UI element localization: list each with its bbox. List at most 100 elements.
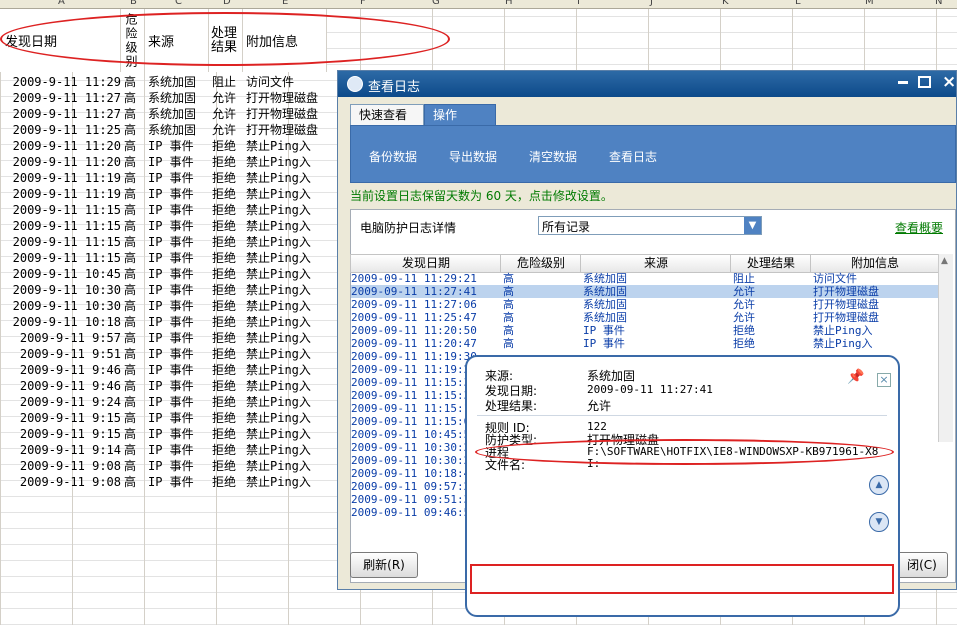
log-row[interactable]: 2009-09-11 11:27:41 高 系统加固 允许 打开物理磁盘: [351, 285, 938, 298]
sheet-row[interactable]: 2009-9-11 10:30 高 IP 事件 拒绝 禁止Ping入: [0, 282, 330, 298]
sheet-row[interactable]: 2009-9-11 10:30 高 IP 事件 拒绝 禁止Ping入: [0, 298, 330, 314]
sheet-cell-danger[interactable]: 高: [124, 282, 144, 298]
sheet-cell-source[interactable]: 系统加固: [148, 90, 208, 106]
sheet-cell-info[interactable]: 禁止Ping入: [246, 410, 328, 426]
summary-link[interactable]: 查看概要: [895, 219, 943, 236]
sheet-cell-date[interactable]: 2009-9-11 10:30: [4, 298, 121, 314]
sheet-cell-danger[interactable]: 高: [124, 186, 144, 202]
sheet-cell-result[interactable]: 拒绝: [212, 330, 242, 346]
sheet-cell-source[interactable]: IP 事件: [148, 266, 208, 282]
col-letter[interactable]: L: [795, 0, 801, 7]
sheet-cell-danger[interactable]: 高: [124, 346, 144, 362]
sheet-cell-source[interactable]: IP 事件: [148, 346, 208, 362]
sheet-cell-date[interactable]: 2009-9-11 11:20: [4, 154, 121, 170]
sheet-cell-result[interactable]: 拒绝: [212, 362, 242, 378]
sheet-cell-danger[interactable]: 高: [124, 122, 144, 138]
column-source[interactable]: 来源: [580, 254, 732, 273]
sheet-row[interactable]: 2009-9-11 11:19 高 IP 事件 拒绝 禁止Ping入: [0, 170, 330, 186]
sheet-cell-source[interactable]: 系统加固: [148, 122, 208, 138]
sheet-cell-danger[interactable]: 高: [124, 314, 144, 330]
col-letter[interactable]: M: [865, 0, 874, 7]
sheet-cell-source[interactable]: IP 事件: [148, 234, 208, 250]
chevron-down-icon[interactable]: ▼: [744, 217, 761, 234]
col-letter[interactable]: D: [223, 0, 231, 7]
view-log-button[interactable]: 查看日志: [609, 148, 657, 165]
sheet-cell-source[interactable]: IP 事件: [148, 314, 208, 330]
col-letter[interactable]: E: [282, 0, 288, 7]
sheet-cell-info[interactable]: 禁止Ping入: [246, 250, 328, 266]
sheet-cell-source[interactable]: IP 事件: [148, 298, 208, 314]
sheet-cell-info[interactable]: 禁止Ping入: [246, 378, 328, 394]
sheet-cell-result[interactable]: 拒绝: [212, 250, 242, 266]
sheet-cell-info[interactable]: 禁止Ping入: [246, 362, 328, 378]
sheet-cell-danger[interactable]: 高: [124, 410, 144, 426]
log-row[interactable]: 2009-09-11 11:25:47 高 系统加固 允许 打开物理磁盘: [351, 311, 938, 324]
log-row-partial[interactable]: 2009-09-11 10:18:48: [351, 467, 477, 480]
sheet-cell-danger[interactable]: 高: [124, 442, 144, 458]
log-row-partial[interactable]: 2009-09-11 10:30:24: [351, 454, 477, 467]
sheet-cell-danger[interactable]: 高: [124, 106, 144, 122]
sheet-cell-info[interactable]: 禁止Ping入: [246, 458, 328, 474]
log-row-partial[interactable]: 2009-09-11 11:15:08: [351, 415, 477, 428]
sheet-row[interactable]: 2009-9-11 10:18 高 IP 事件 拒绝 禁止Ping入: [0, 314, 330, 330]
column-info[interactable]: 附加信息: [810, 254, 940, 273]
sheet-row[interactable]: 2009-9-11 9:51 高 IP 事件 拒绝 禁止Ping入: [0, 346, 330, 362]
sheet-cell-info[interactable]: 禁止Ping入: [246, 442, 328, 458]
col-letter[interactable]: B: [130, 0, 137, 7]
sheet-row[interactable]: 2009-9-11 9:24 高 IP 事件 拒绝 禁止Ping入: [0, 394, 330, 410]
sheet-cell-source[interactable]: IP 事件: [148, 378, 208, 394]
col-letter[interactable]: A: [58, 0, 65, 7]
sheet-cell-source[interactable]: IP 事件: [148, 410, 208, 426]
close-popup-icon[interactable]: ×: [877, 373, 891, 387]
sheet-cell-date[interactable]: 2009-9-11 9:14: [4, 442, 121, 458]
sheet-row[interactable]: 2009-9-11 9:14 高 IP 事件 拒绝 禁止Ping入: [0, 442, 330, 458]
sheet-cell-danger[interactable]: 高: [124, 154, 144, 170]
sheet-cell-result[interactable]: 允许: [212, 122, 242, 138]
sheet-cell-info[interactable]: 禁止Ping入: [246, 282, 328, 298]
col-letter[interactable]: C: [175, 0, 182, 7]
sheet-cell-danger[interactable]: 高: [124, 458, 144, 474]
sheet-row[interactable]: 2009-9-11 10:45 高 IP 事件 拒绝 禁止Ping入: [0, 266, 330, 282]
col-letter[interactable]: J: [650, 0, 653, 7]
sheet-cell-date[interactable]: 2009-9-11 9:57: [4, 330, 121, 346]
sheet-row[interactable]: 2009-9-11 9:08 高 IP 事件 拒绝 禁止Ping入: [0, 458, 330, 474]
sheet-cell-result[interactable]: 允许: [212, 106, 242, 122]
title-bar[interactable]: 查看日志 ×: [338, 71, 956, 97]
sheet-cell-info[interactable]: 打开物理磁盘: [246, 106, 328, 122]
sheet-cell-date[interactable]: 2009-9-11 9:15: [4, 426, 121, 442]
sheet-row[interactable]: 2009-9-11 9:57 高 IP 事件 拒绝 禁止Ping入: [0, 330, 330, 346]
sheet-cell-danger[interactable]: 高: [124, 218, 144, 234]
log-row[interactable]: 2009-09-11 11:29:21 高 系统加固 阻止 访问文件: [351, 272, 938, 285]
log-row-partial[interactable]: 2009-09-11 10:45:57: [351, 428, 477, 441]
log-row[interactable]: 2009-09-11 11:27:06 高 系统加固 允许 打开物理磁盘: [351, 298, 938, 311]
sheet-cell-result[interactable]: 拒绝: [212, 218, 242, 234]
sheet-cell-result[interactable]: 拒绝: [212, 426, 242, 442]
sheet-cell-danger[interactable]: 高: [124, 202, 144, 218]
tab-quick-view[interactable]: 快速查看: [350, 104, 424, 125]
column-date[interactable]: 发现日期: [350, 254, 502, 273]
sheet-cell-date[interactable]: 2009-9-11 11:15: [4, 250, 121, 266]
sheet-cell-source[interactable]: IP 事件: [148, 202, 208, 218]
sheet-row[interactable]: 2009-9-11 9:15 高 IP 事件 拒绝 禁止Ping入: [0, 426, 330, 442]
sheet-cell-danger[interactable]: 高: [124, 394, 144, 410]
sheet-cell-source[interactable]: IP 事件: [148, 426, 208, 442]
sheet-cell-source[interactable]: 系统加固: [148, 106, 208, 122]
sheet-cell-result[interactable]: 拒绝: [212, 298, 242, 314]
sheet-cell-date[interactable]: 2009-9-11 9:08: [4, 474, 121, 490]
sheet-row[interactable]: 2009-9-11 9:15 高 IP 事件 拒绝 禁止Ping入: [0, 410, 330, 426]
col-letter[interactable]: I: [577, 0, 580, 7]
sheet-cell-info[interactable]: 禁止Ping入: [246, 170, 328, 186]
sheet-cell-info[interactable]: 禁止Ping入: [246, 138, 328, 154]
sheet-row[interactable]: 2009-9-11 11:15 高 IP 事件 拒绝 禁止Ping入: [0, 234, 330, 250]
col-letter[interactable]: N: [935, 0, 942, 7]
sheet-cell-info[interactable]: 禁止Ping入: [246, 266, 328, 282]
sheet-row[interactable]: 2009-9-11 9:46 高 IP 事件 拒绝 禁止Ping入: [0, 362, 330, 378]
sheet-cell-source[interactable]: IP 事件: [148, 330, 208, 346]
sheet-cell-date[interactable]: 2009-9-11 11:27: [4, 106, 121, 122]
sheet-row[interactable]: 2009-9-11 11:27 高系统加固 允许 打开物理磁盘: [0, 90, 330, 106]
sheet-cell-date[interactable]: 2009-9-11 11:15: [4, 202, 121, 218]
sheet-cell-result[interactable]: 拒绝: [212, 234, 242, 250]
sheet-cell-danger[interactable]: 高: [124, 138, 144, 154]
sheet-cell-result[interactable]: 拒绝: [212, 378, 242, 394]
sheet-cell-danger[interactable]: 高: [124, 362, 144, 378]
